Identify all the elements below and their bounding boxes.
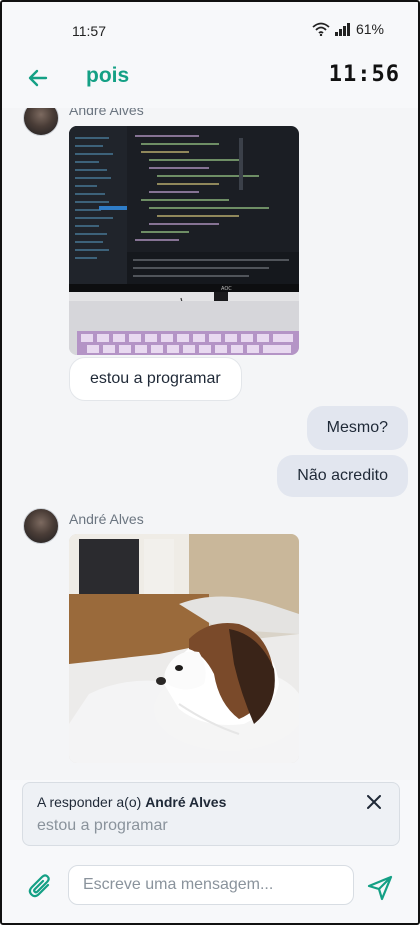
attach-button[interactable]	[26, 872, 56, 902]
message-text: estou a programar	[90, 370, 221, 387]
sender-name: André Alves	[69, 511, 144, 527]
avatar[interactable]	[23, 108, 59, 136]
message-input[interactable]	[68, 865, 354, 905]
status-time: 11:57	[72, 23, 106, 39]
arrow-left-icon	[28, 69, 48, 87]
wifi-icon	[312, 22, 330, 36]
message-bubble-outgoing[interactable]: Mesmo?	[306, 406, 408, 450]
reply-recipient: André Alves	[145, 794, 227, 810]
signal-icon	[334, 22, 351, 36]
cancel-reply-button[interactable]	[363, 791, 385, 813]
reply-prefix: A responder a(o)	[37, 794, 142, 810]
message-bubble[interactable]: estou a programar	[69, 357, 242, 401]
chat-title: pois	[86, 64, 130, 87]
message-composer	[2, 854, 418, 923]
paperclip-icon	[28, 874, 50, 898]
reply-preview: A responder a(o) André Alves estou a pro…	[22, 782, 400, 846]
message-text: Não acredito	[297, 467, 388, 484]
reply-quoted-text: estou a programar	[37, 817, 168, 834]
header-clock: 11:56	[328, 62, 400, 87]
message-image[interactable]: AOC	[69, 126, 299, 355]
sender-name: André Alves	[69, 108, 144, 118]
send-button[interactable]	[366, 874, 394, 902]
reply-label: A responder a(o) André Alves	[37, 794, 226, 810]
battery-level: 61%	[355, 21, 384, 37]
status-bar: 11:57 61%	[2, 2, 418, 52]
phone-screen: 11:57 61% pois 11:56 André Alves AOC est…	[0, 0, 420, 925]
close-icon	[367, 795, 381, 809]
message-bubble-outgoing[interactable]: Não acredito	[277, 455, 408, 497]
chat-header: pois 11:56	[2, 52, 418, 108]
code-monitor-photo: AOC	[69, 126, 299, 355]
send-icon	[367, 875, 393, 901]
status-icons: 61%	[312, 21, 384, 37]
dog-photo	[69, 534, 299, 763]
back-button[interactable]	[24, 64, 52, 92]
message-image[interactable]	[69, 534, 299, 763]
avatar[interactable]	[23, 508, 59, 544]
message-list[interactable]: André Alves AOC estou a programar Mesmo?…	[2, 108, 418, 780]
message-text: Mesmo?	[326, 419, 388, 436]
svg-text:AOC: AOC	[221, 286, 232, 292]
